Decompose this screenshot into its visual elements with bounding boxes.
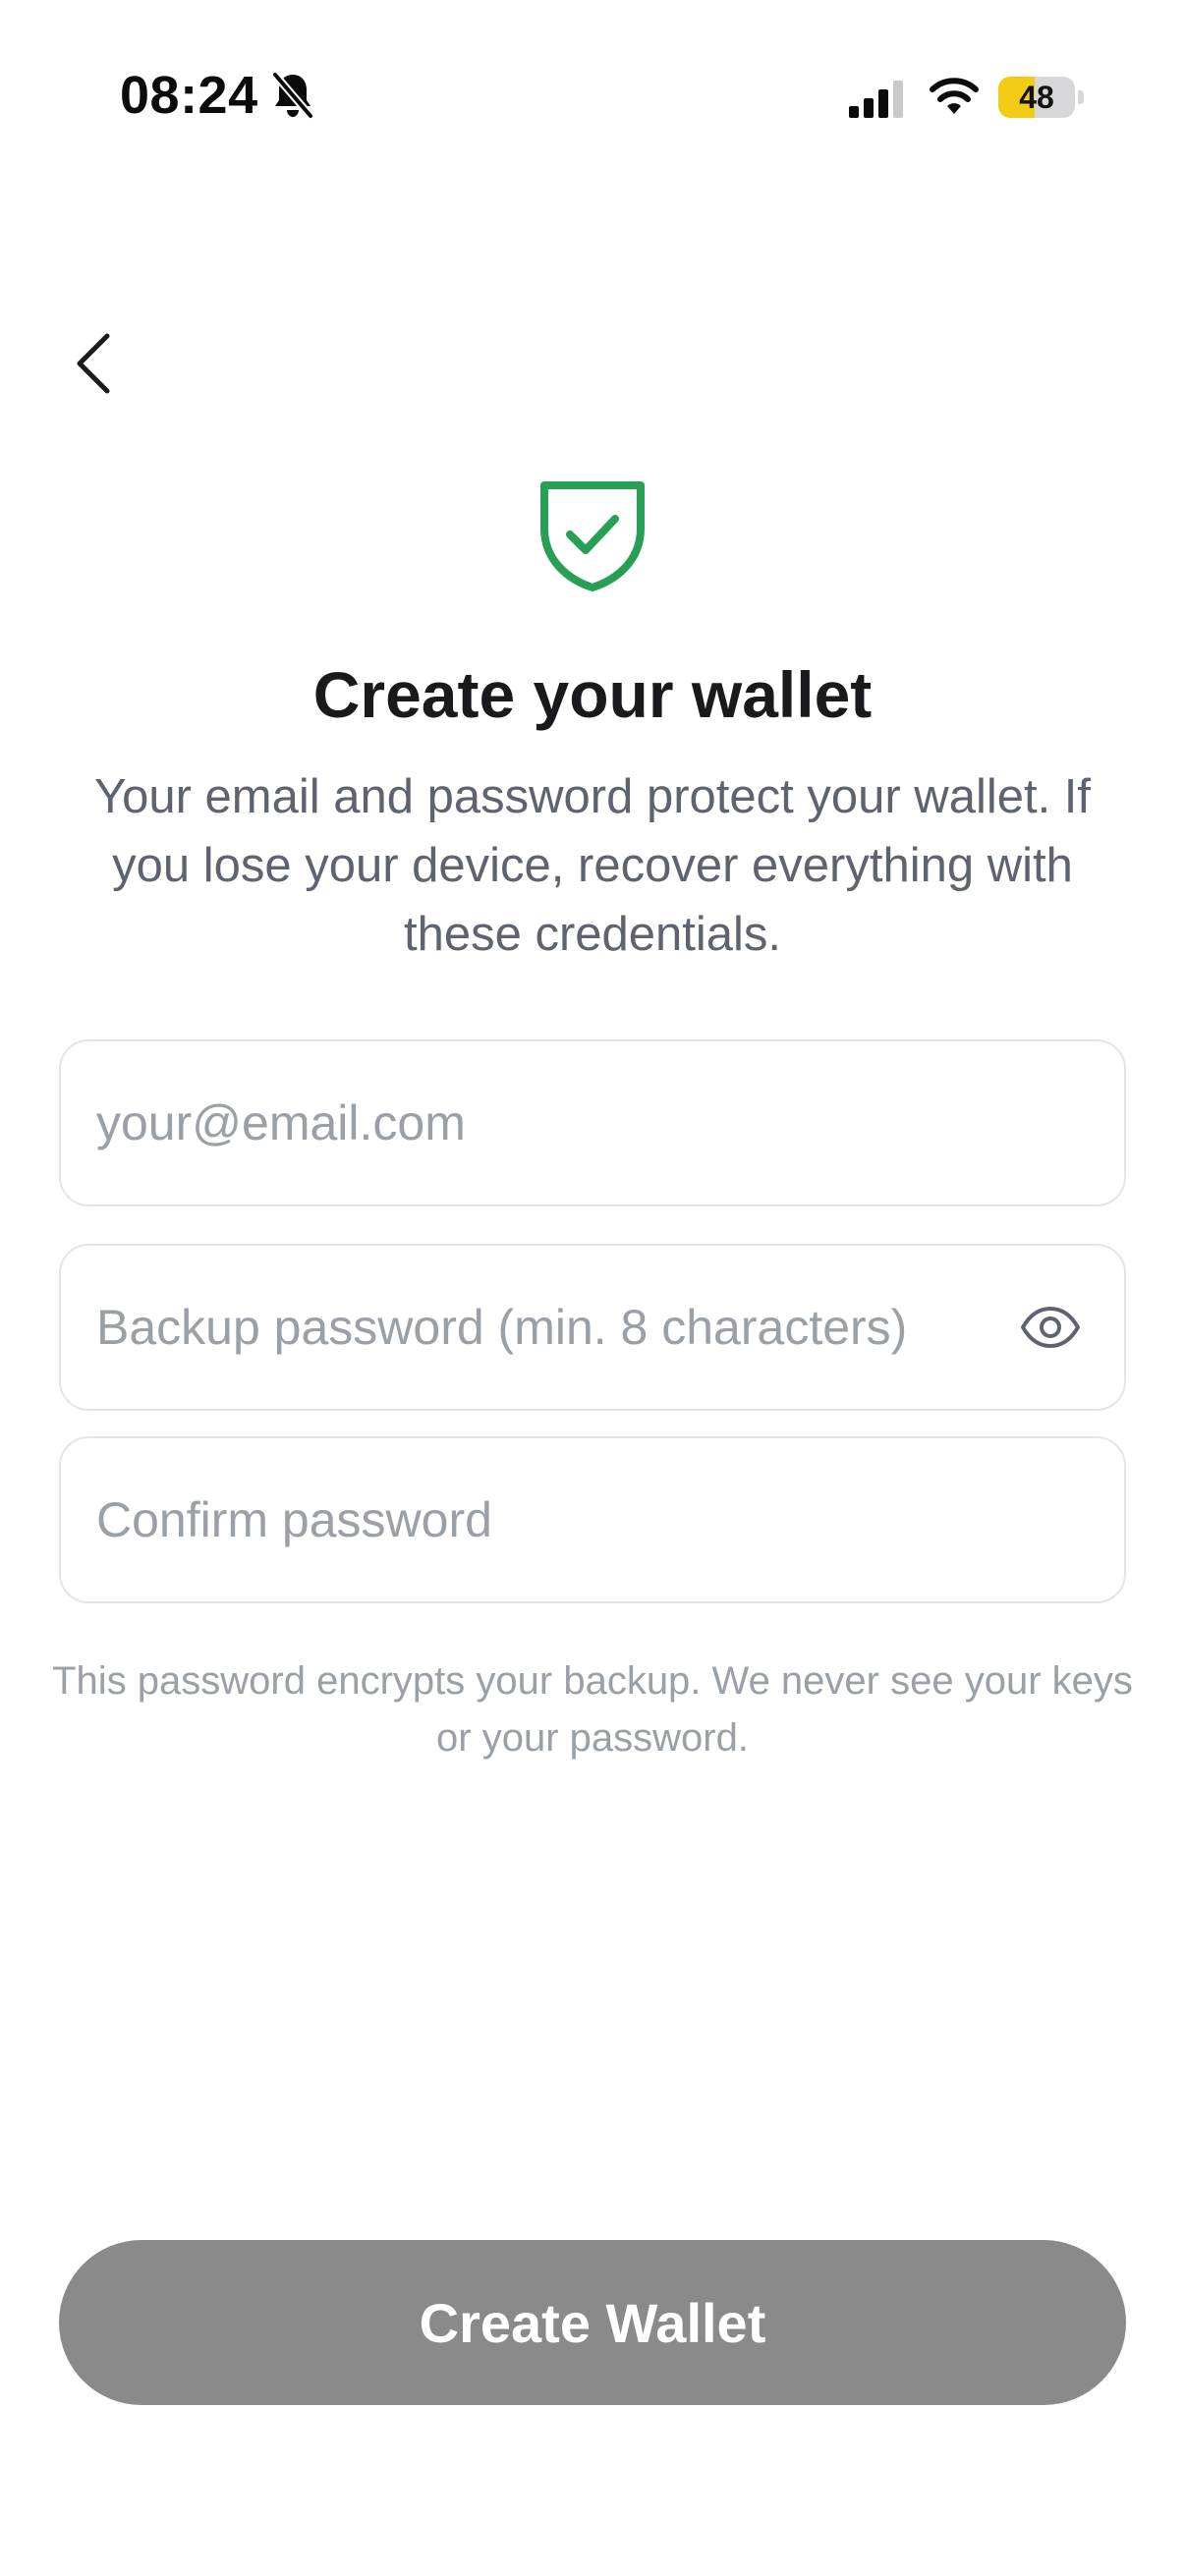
backup-password-field[interactable]: [96, 1246, 1020, 1409]
helper-text: This password encrypts your backup. We n…: [52, 1659, 1133, 1760]
password-field-container: [59, 1244, 1126, 1411]
wifi-icon: [930, 78, 979, 114]
battery-icon: 48: [998, 77, 1085, 118]
email-field-container: [59, 1039, 1126, 1206]
shield-check-icon: [540, 481, 645, 591]
battery-level: 48: [1019, 80, 1054, 115]
page-subtitle: Your email and password protect your wal…: [93, 770, 1092, 961]
show-password-toggle[interactable]: [1020, 1297, 1081, 1358]
status-time: 08:24: [120, 66, 258, 125]
battery-cap: [1078, 90, 1084, 104]
page-title: Create your wallet: [312, 658, 873, 731]
battery-body: 48: [998, 77, 1075, 118]
confirm-password-field[interactable]: [96, 1438, 1020, 1601]
status-bar: 08:24 48: [0, 0, 1185, 196]
create-wallet-button[interactable]: Create Wallet: [59, 2240, 1126, 2405]
back-button[interactable]: [59, 324, 128, 403]
email-field[interactable]: [96, 1041, 1020, 1204]
confirm-password-container: [59, 1436, 1126, 1603]
chevron-left-icon: [77, 333, 110, 394]
bell-slash-icon: [271, 72, 314, 119]
cellular-signal-icon: [849, 81, 903, 118]
eye-icon: [1021, 1307, 1080, 1348]
